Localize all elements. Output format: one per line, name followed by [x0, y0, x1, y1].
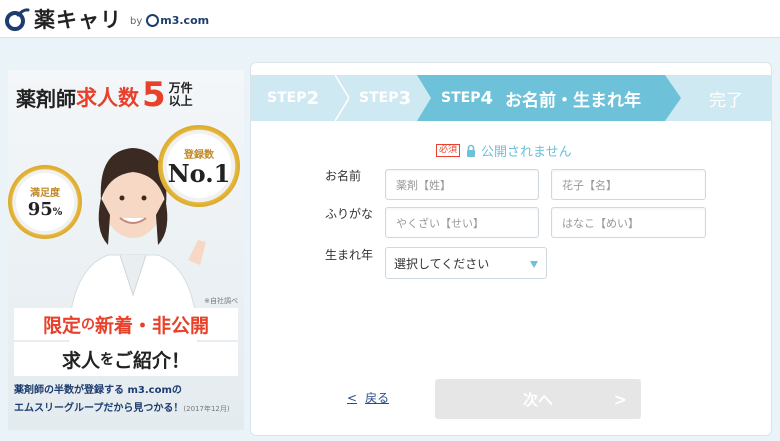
- kana-label: ふりがな: [325, 207, 374, 221]
- headline-unit: 万件 以上: [169, 82, 193, 108]
- m3-logo: m3.com: [146, 14, 209, 27]
- satisfaction-number: 95: [27, 199, 53, 220]
- medal-satisfaction-label: 満足度: [30, 188, 60, 199]
- satisfaction-unit: %: [52, 207, 63, 218]
- next-button[interactable]: 次へ >: [435, 379, 641, 419]
- step-3: STEP 3: [359, 75, 411, 121]
- intro-introduce: ご紹介！: [114, 349, 191, 372]
- back-link[interactable]: < 戻る: [347, 389, 389, 406]
- step-2-number: 2: [306, 87, 319, 109]
- step-4-current: STEP 4 お名前・生まれ年: [441, 75, 641, 121]
- intro-band: 求人 を ご紹介！: [14, 342, 238, 376]
- next-label: 次へ: [522, 390, 553, 409]
- new-private-text: 新着・非公開: [95, 314, 210, 337]
- name-label: お名前: [325, 169, 362, 183]
- next-arrow-icon: >: [613, 390, 627, 409]
- banner-headline: 薬剤師 求人数 5 万件 以上: [8, 70, 244, 112]
- intro-particle: を: [100, 352, 114, 368]
- step-2: STEP 2: [267, 75, 319, 121]
- step-4-number: 4: [480, 87, 493, 109]
- footer-registered: が登録する: [74, 385, 124, 396]
- medal-satisfaction-value: 95%: [28, 199, 63, 220]
- banner-footer: 薬剤師の半数が登録する m3.comの エムスリーグループだから見つかる！(20…: [14, 382, 240, 418]
- step-progress: STEP 2 STEP 3 STEP 4 お名前・生まれ年 完了: [251, 75, 771, 121]
- medal-satisfaction: 満足度 95%: [8, 165, 82, 239]
- dropdown-arrow-icon: [530, 261, 538, 268]
- m3-mark-icon: [146, 14, 160, 27]
- birth-year-select[interactable]: 選択してください: [385, 247, 547, 279]
- step-complete: 完了: [709, 90, 743, 111]
- limited-of: の: [81, 317, 95, 333]
- headline-pharmacist: 薬剤師: [16, 87, 76, 111]
- site-header: 薬キャリ by m3.com: [0, 0, 780, 38]
- step-4-label: STEP: [441, 90, 481, 106]
- footer-group: エムスリーグループだから見つかる！: [14, 403, 184, 414]
- required-badge: 必須: [436, 144, 461, 157]
- required-notice: 必須 公開されません: [436, 141, 572, 160]
- back-arrow-icon: <: [347, 390, 358, 405]
- step-separator-icon: [335, 75, 349, 121]
- headline-unit-2: 以上: [168, 94, 193, 108]
- footer-date: (2017年12月): [183, 405, 230, 413]
- m3-text: m3.com: [160, 14, 210, 27]
- birth-year-selected: 選択してください: [394, 256, 490, 271]
- limited-text: 限定: [42, 314, 81, 337]
- step-2-label: STEP: [267, 90, 307, 106]
- limited-offer-band: 限定 の 新着・非公開: [14, 308, 238, 340]
- logo-text: 薬キャリ: [34, 8, 122, 32]
- headline-number: 5: [142, 75, 166, 115]
- birth-year-label: 生まれ年: [325, 248, 374, 262]
- footer-m3: m3.com: [127, 385, 172, 396]
- back-label: 戻る: [365, 391, 390, 405]
- step-3-number: 3: [398, 87, 411, 109]
- logo-by: by: [130, 15, 143, 27]
- step-3-label: STEP: [359, 90, 399, 106]
- registration-form-panel: STEP 2 STEP 3 STEP 4 お名前・生まれ年 完了 必須 公開されません…: [250, 62, 772, 436]
- promo-banner[interactable]: 薬剤師 求人数 5 万件 以上 登録数 No.1 満足度 95% ※自社調べ 限…: [8, 70, 244, 430]
- first-name-kana-input[interactable]: はなこ【めい】: [551, 207, 706, 238]
- lock-icon: [467, 144, 476, 157]
- intro-jobs: 求人: [61, 349, 100, 372]
- footer-half: 薬剤師の半数: [14, 385, 74, 396]
- last-name-input[interactable]: 薬剤【姓】: [385, 169, 539, 200]
- medal-registered: 登録数 No.1: [158, 125, 240, 207]
- last-name-kana-input[interactable]: やくざい【せい】: [385, 207, 539, 238]
- medal-registered-value: No.1: [167, 158, 231, 188]
- logo-icon: [4, 6, 30, 32]
- footer-of: の: [171, 385, 182, 396]
- first-name-input[interactable]: 花子【名】: [551, 169, 706, 200]
- site-logo[interactable]: 薬キャリ by m3.com: [4, 5, 209, 33]
- survey-note: ※自社調べ: [204, 297, 238, 305]
- headline-jobcount: 求人数: [76, 86, 139, 110]
- step-4-title: お名前・生まれ年: [505, 90, 641, 111]
- private-notice-text: 公開されません: [481, 145, 572, 160]
